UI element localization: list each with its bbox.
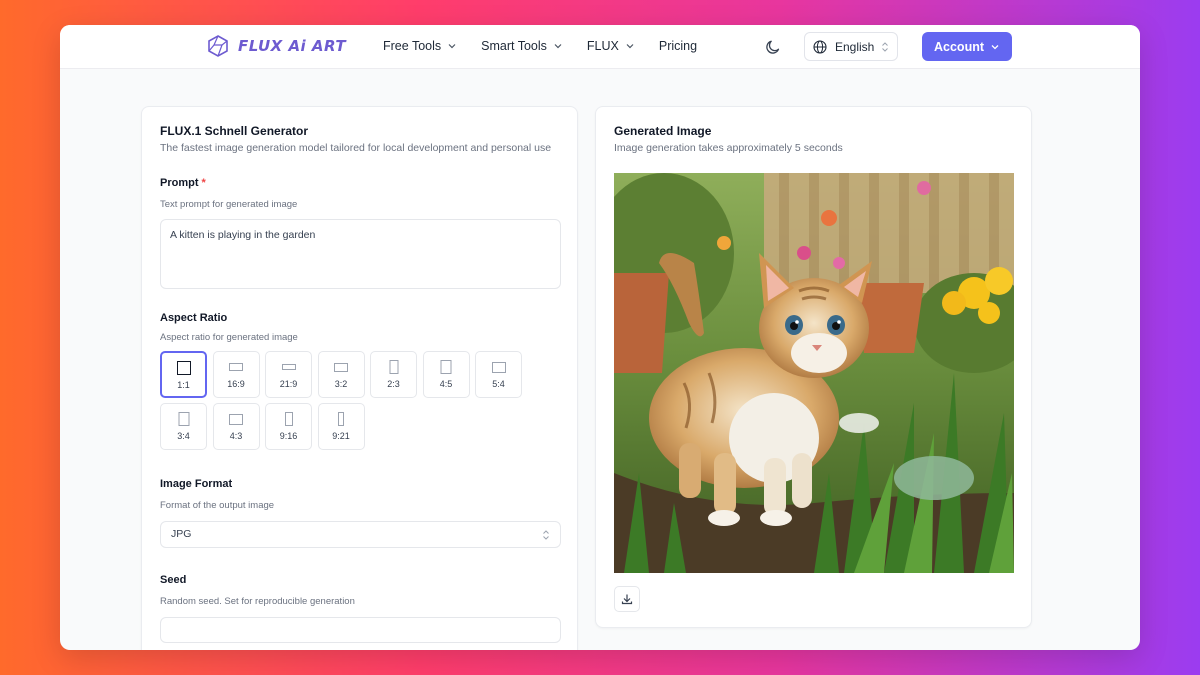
aspect-ratio-option[interactable]: 3:2 bbox=[317, 351, 365, 398]
ratio-shape-icon bbox=[440, 360, 452, 374]
nav-label: Free Tools bbox=[383, 39, 442, 53]
image-format-hint: Format of the output image bbox=[160, 500, 275, 511]
ratio-label: 2:3 bbox=[387, 379, 400, 389]
aspect-ratio-option[interactable]: 21:9 bbox=[265, 351, 312, 398]
ratio-label: 4:5 bbox=[439, 379, 453, 389]
seed-input[interactable] bbox=[160, 617, 561, 643]
image-format-select[interactable]: JPG bbox=[160, 521, 561, 548]
logo-text: FLUX Ai ART bbox=[238, 37, 347, 55]
ratio-label: 21:9 bbox=[279, 379, 298, 389]
ratio-label: 3:2 bbox=[334, 379, 348, 389]
prompt-hint: Text prompt for generated image bbox=[160, 199, 298, 210]
ratio-label: 9:16 bbox=[279, 431, 298, 441]
generator-card: FLUX.1 Schnell Generator The fastest ima… bbox=[141, 106, 578, 650]
generated-image[interactable] bbox=[614, 173, 1014, 573]
seed-hint: Random seed. Set for reproducible genera… bbox=[160, 596, 355, 607]
ratio-shape-icon bbox=[229, 413, 243, 425]
result-title: Generated Image bbox=[614, 124, 712, 138]
main-nav: Free Tools Smart Tools FLUX Pricing bbox=[383, 39, 697, 53]
aspect-ratio-option[interactable]: 9:16 bbox=[265, 403, 312, 450]
aspect-ratio-hint: Aspect ratio for generated image bbox=[160, 332, 298, 343]
ratio-shape-icon bbox=[178, 412, 189, 426]
language-label: English bbox=[835, 39, 875, 54]
aspect-ratio-option[interactable]: 9:21 bbox=[317, 403, 365, 450]
ratio-label: 16:9 bbox=[227, 379, 245, 389]
moon-icon[interactable] bbox=[764, 38, 782, 56]
ratio-shape-icon bbox=[338, 412, 344, 426]
aspect-ratio-option[interactable]: 4:5 bbox=[422, 351, 470, 398]
kitten-garden-image bbox=[614, 173, 1014, 573]
seed-label: Seed bbox=[160, 574, 187, 586]
chevron-down-icon bbox=[991, 44, 999, 49]
ratio-label: 9:21 bbox=[332, 431, 350, 441]
nav-flux[interactable]: FLUX bbox=[587, 39, 635, 53]
chevron-down-icon bbox=[626, 44, 634, 49]
aspect-ratio-option[interactable]: 2:3 bbox=[370, 351, 417, 398]
required-mark: * bbox=[201, 177, 206, 189]
language-select[interactable]: English bbox=[804, 32, 898, 61]
chevron-updown-icon bbox=[543, 530, 549, 540]
generator-subtitle: The fastest image generation model tailo… bbox=[160, 142, 552, 154]
download-button[interactable] bbox=[614, 586, 640, 612]
result-card: Generated Image Image generation takes a… bbox=[595, 106, 1032, 628]
ratio-shape-icon bbox=[281, 364, 296, 370]
logo-icon bbox=[208, 35, 228, 57]
nav-label: FLUX bbox=[586, 39, 619, 53]
ratio-shape-icon bbox=[176, 361, 191, 375]
ratio-label: 3:4 bbox=[177, 431, 190, 441]
result-subtitle: Image generation takes approximately 5 s… bbox=[614, 142, 843, 154]
nav-label: Pricing bbox=[658, 39, 698, 53]
image-format-label: Image Format bbox=[160, 478, 233, 490]
top-header: FLUX Ai ART Free Tools Smart Tools FLUX … bbox=[60, 25, 1140, 69]
aspect-ratio-option[interactable]: 3:4 bbox=[160, 403, 207, 450]
prompt-label-text: Prompt bbox=[160, 177, 199, 189]
aspect-ratio-option[interactable]: 5:4 bbox=[475, 351, 522, 398]
prompt-label: Prompt * bbox=[160, 177, 206, 189]
image-format-value: JPG bbox=[171, 528, 192, 540]
ratio-shape-icon bbox=[491, 361, 506, 373]
ratio-label: 1:1 bbox=[177, 380, 190, 390]
nav-free-tools[interactable]: Free Tools bbox=[383, 39, 457, 53]
chevron-down-icon bbox=[554, 44, 562, 49]
ratio-shape-icon bbox=[334, 362, 348, 372]
ratio-label: 5:4 bbox=[492, 379, 505, 389]
chevron-updown-icon bbox=[882, 42, 888, 52]
logo[interactable]: FLUX Ai ART bbox=[206, 34, 346, 58]
ratio-shape-icon bbox=[389, 360, 398, 374]
aspect-ratio-option[interactable]: 1:1 bbox=[160, 351, 207, 398]
chevron-down-icon bbox=[448, 44, 456, 49]
ratio-shape-icon bbox=[284, 412, 293, 426]
ratio-label: 4:3 bbox=[229, 431, 243, 441]
download-icon bbox=[621, 594, 633, 605]
account-label: Account bbox=[934, 39, 984, 54]
account-button[interactable]: Account bbox=[922, 32, 1012, 61]
generator-title: FLUX.1 Schnell Generator bbox=[160, 124, 309, 138]
nav-smart-tools[interactable]: Smart Tools bbox=[481, 39, 563, 53]
app-window: FLUX Ai ART Free Tools Smart Tools FLUX … bbox=[60, 25, 1140, 650]
aspect-ratio-option[interactable]: 4:3 bbox=[212, 403, 260, 450]
aspect-ratio-label: Aspect Ratio bbox=[160, 312, 228, 324]
ratio-shape-icon bbox=[229, 363, 243, 371]
nav-label: Smart Tools bbox=[481, 39, 547, 53]
prompt-textarea[interactable]: A kitten is playing in the garden bbox=[160, 219, 561, 289]
aspect-ratio-option[interactable]: 16:9 bbox=[212, 351, 260, 398]
globe-icon bbox=[813, 39, 827, 54]
nav-pricing[interactable]: Pricing bbox=[659, 39, 697, 53]
